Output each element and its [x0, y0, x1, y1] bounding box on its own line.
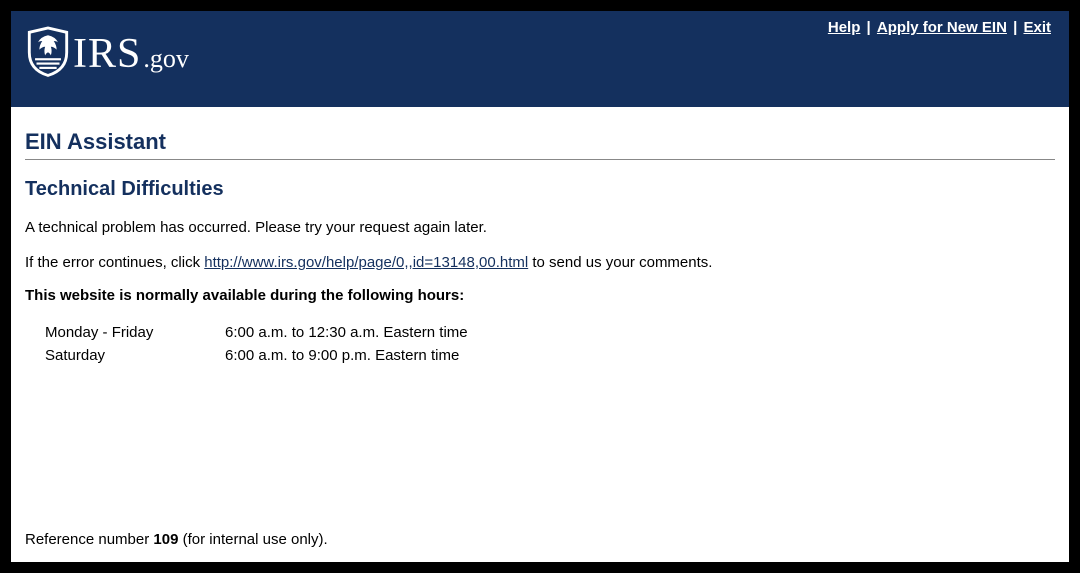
ref-post: (for internal use only).	[178, 531, 327, 548]
help-text-post: to send us your comments.	[528, 254, 712, 271]
page-title: EIN Assistant	[25, 129, 1055, 160]
reference-line: Reference number 109 (for internal use o…	[25, 531, 328, 548]
page-subtitle: Technical Difficulties	[25, 178, 1055, 201]
logo-irs: IRS	[73, 30, 141, 78]
hours-intro: This website is normally available durin…	[25, 287, 1055, 304]
exit-link[interactable]: Exit	[1023, 19, 1051, 36]
comments-link[interactable]: http://www.irs.gov/help/page/0,,id=13148…	[204, 254, 528, 271]
help-text-pre: If the error continues, click	[25, 254, 204, 271]
page-container: IRS .gov Help | Apply for New EIN | Exit…	[10, 10, 1070, 563]
eagle-icon	[25, 25, 73, 82]
header: IRS .gov Help | Apply for New EIN | Exit	[11, 11, 1069, 107]
ref-number: 109	[153, 531, 178, 548]
header-links: Help | Apply for New EIN | Exit	[828, 19, 1051, 36]
hours-table: Monday - Friday 6:00 a.m. to 12:30 a.m. …	[45, 322, 1055, 367]
hours-day: Saturday	[45, 345, 225, 368]
irs-logo: IRS .gov	[25, 25, 189, 82]
ref-pre: Reference number	[25, 531, 153, 548]
logo-gov: .gov	[143, 44, 189, 74]
help-link[interactable]: Help	[828, 19, 861, 36]
hours-row: Saturday 6:00 a.m. to 9:00 p.m. Eastern …	[45, 345, 1055, 368]
hours-time: 6:00 a.m. to 12:30 a.m. Eastern time	[225, 322, 1055, 345]
hours-day: Monday - Friday	[45, 322, 225, 345]
help-link-paragraph: If the error continues, click http://www…	[25, 252, 1055, 273]
apply-ein-link[interactable]: Apply for New EIN	[877, 19, 1007, 36]
error-message: A technical problem has occurred. Please…	[25, 217, 1055, 238]
separator: |	[865, 19, 877, 36]
separator: |	[1011, 19, 1023, 36]
hours-time: 6:00 a.m. to 9:00 p.m. Eastern time	[225, 345, 1055, 368]
content: EIN Assistant Technical Difficulties A t…	[11, 107, 1069, 367]
logo-text: IRS .gov	[73, 30, 189, 78]
hours-row: Monday - Friday 6:00 a.m. to 12:30 a.m. …	[45, 322, 1055, 345]
